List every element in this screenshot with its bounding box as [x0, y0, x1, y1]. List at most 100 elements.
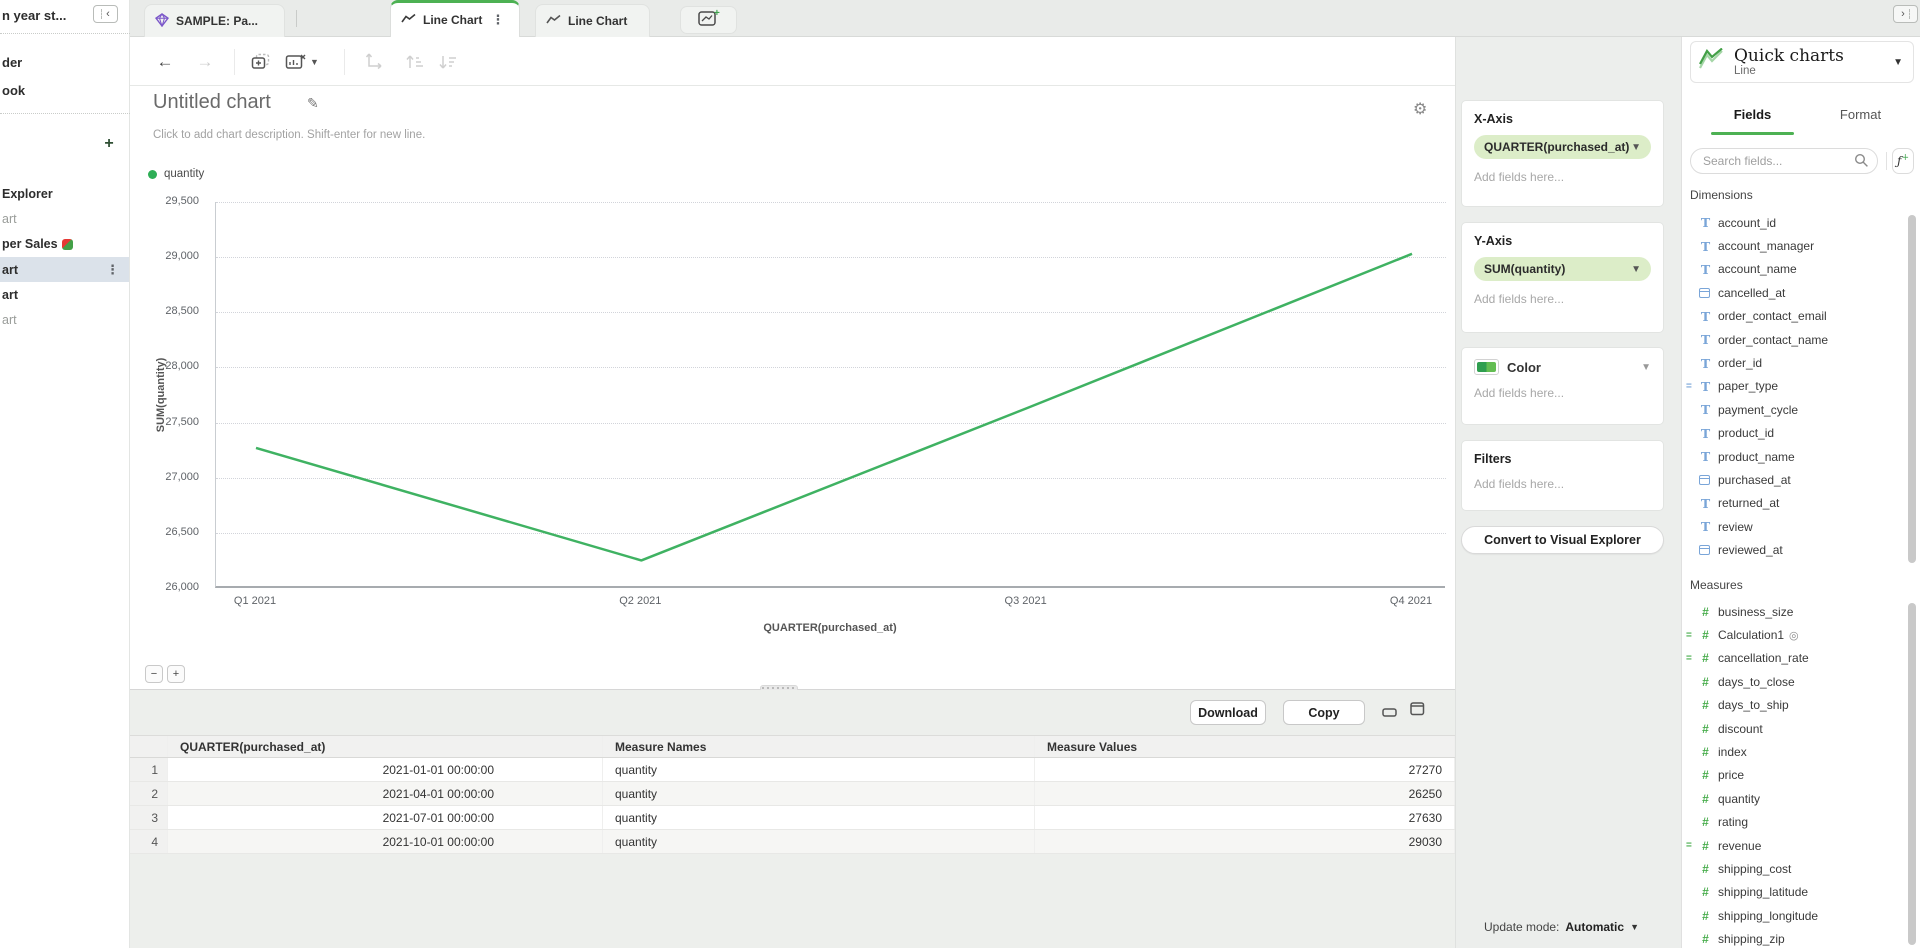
number-field-icon: #: [1698, 862, 1713, 876]
caret-down-icon[interactable]: ▼: [1631, 142, 1641, 153]
dimension-item[interactable]: Torder_id: [1682, 351, 1907, 374]
table-row[interactable]: 22021-04-01 00:00:00quantity26250: [130, 782, 1455, 806]
dimension-item[interactable]: Tproduct_id: [1682, 422, 1907, 445]
measure-item[interactable]: #shipping_zip: [1682, 927, 1907, 950]
convert-to-visual-explorer-button[interactable]: Convert to Visual Explorer: [1461, 526, 1664, 554]
table-row[interactable]: 32021-07-01 00:00:00quantity27630: [130, 806, 1455, 830]
forward-button[interactable]: →: [192, 49, 218, 75]
tab-format[interactable]: Format: [1819, 107, 1902, 122]
color-swatch[interactable]: [1474, 359, 1499, 375]
caret-down-icon[interactable]: ▼: [1631, 264, 1641, 275]
minimize-results-icon[interactable]: [1382, 705, 1398, 723]
copy-button[interactable]: Copy: [1283, 700, 1365, 725]
panel-expand-button[interactable]: ›: [1893, 5, 1918, 23]
dimension-item[interactable]: Taccount_name: [1682, 258, 1907, 281]
line-chart-icon: [546, 14, 561, 28]
dimension-item[interactable]: Torder_contact_name: [1682, 328, 1907, 351]
measure-item[interactable]: #shipping_latitude: [1682, 881, 1907, 904]
y-axis-field-pill[interactable]: SUM(quantity) ▼: [1474, 257, 1651, 281]
maximize-results-icon[interactable]: [1410, 702, 1425, 721]
edit-pencil-icon[interactable]: ✎: [307, 95, 319, 112]
dimension-item[interactable]: =Tpaper_type: [1682, 375, 1907, 398]
scrollbar-thumb[interactable]: [1908, 215, 1916, 563]
tab-fields[interactable]: Fields: [1711, 107, 1794, 122]
table-row[interactable]: 12021-01-01 00:00:00quantity27270: [130, 758, 1455, 782]
dimension-item[interactable]: Treturned_at: [1682, 492, 1907, 515]
quick-charts-line-icon: [1697, 48, 1725, 77]
sort-ascending-icon: [405, 53, 425, 71]
field-name: shipping_latitude: [1718, 885, 1808, 899]
tab-line-chart-active[interactable]: Line Chart ⋮: [390, 0, 520, 37]
kebab-menu-icon[interactable]: ⋮: [106, 262, 119, 278]
chart-settings-gear-icon[interactable]: ⚙: [1413, 99, 1427, 119]
back-button[interactable]: ←: [152, 49, 178, 75]
duplicate-chart-button[interactable]: [248, 49, 274, 75]
add-fields-dropzone[interactable]: Add fields here...: [1474, 292, 1651, 306]
sidebar-item-builder[interactable]: der: [2, 55, 22, 70]
column-header[interactable]: Measure Names: [603, 736, 1035, 757]
measure-item[interactable]: #rating: [1682, 811, 1907, 834]
chart-description-placeholder[interactable]: Click to add chart description. Shift-en…: [153, 129, 425, 141]
tab-dataset[interactable]: SAMPLE: Pa...: [144, 4, 285, 37]
measure-item[interactable]: #price: [1682, 764, 1907, 787]
add-button[interactable]: +: [99, 134, 119, 154]
add-fields-dropzone[interactable]: Add fields here...: [1474, 170, 1651, 184]
table-row[interactable]: 42021-10-01 00:00:00quantity29030: [130, 830, 1455, 854]
measure-item[interactable]: =#cancellation_rate: [1682, 647, 1907, 670]
zoom-in-button[interactable]: +: [167, 665, 185, 683]
update-mode-value[interactable]: Automatic: [1565, 920, 1624, 934]
caret-down-icon[interactable]: ▼: [1893, 57, 1903, 68]
measure-item[interactable]: #quantity: [1682, 787, 1907, 810]
chart-title[interactable]: Untitled chart: [153, 91, 271, 114]
new-chart-tab-button[interactable]: +: [680, 6, 737, 34]
search-fields-input[interactable]: [1690, 148, 1878, 174]
measure-item[interactable]: =#Calculation1◎: [1682, 623, 1907, 646]
dimension-item[interactable]: cancelled_at: [1682, 281, 1907, 304]
tab-menu-icon[interactable]: ⋮: [491, 12, 504, 28]
collapse-caret-icon[interactable]: ▼: [1641, 362, 1651, 373]
delete-chart-button[interactable]: ▼: [282, 49, 322, 75]
dimension-item[interactable]: purchased_at: [1682, 468, 1907, 491]
sidebar-item[interactable]: Explorer: [0, 181, 129, 206]
add-fields-dropzone[interactable]: Add fields here...: [1474, 386, 1651, 400]
sidebar-item-notebook[interactable]: ook: [2, 83, 25, 98]
x-tick-label: Q1 2021: [215, 595, 295, 607]
column-header[interactable]: Measure Values: [1035, 736, 1455, 757]
dimension-item[interactable]: Taccount_manager: [1682, 234, 1907, 257]
column-header[interactable]: QUARTER(purchased_at): [168, 736, 603, 757]
scrollbar-thumb[interactable]: [1908, 603, 1916, 945]
zoom-out-button[interactable]: −: [145, 665, 163, 683]
download-button[interactable]: Download: [1190, 700, 1266, 725]
measure-item[interactable]: #discount: [1682, 717, 1907, 740]
sidebar-item[interactable]: art: [0, 282, 129, 307]
measure-item[interactable]: #shipping_longitude: [1682, 904, 1907, 927]
x-axis-field-pill[interactable]: QUARTER(purchased_at) ▼: [1474, 135, 1651, 159]
measure-item[interactable]: #shipping_cost: [1682, 857, 1907, 880]
measure-item[interactable]: #days_to_ship: [1682, 694, 1907, 717]
dimension-item[interactable]: Taccount_id: [1682, 211, 1907, 234]
sidebar-item[interactable]: per Sales: [0, 232, 129, 257]
dimension-item[interactable]: Torder_contact_email: [1682, 305, 1907, 328]
dimension-item[interactable]: Treview: [1682, 515, 1907, 538]
sort-descending-button[interactable]: [435, 49, 461, 75]
table-header-row: QUARTER(purchased_at) Measure Names Meas…: [130, 735, 1455, 758]
tab-line-chart-2[interactable]: Line Chart: [535, 4, 650, 37]
dimension-item[interactable]: reviewed_at: [1682, 538, 1907, 561]
measure-item[interactable]: =#revenue: [1682, 834, 1907, 857]
sidebar-item[interactable]: art: [0, 206, 129, 231]
swap-axes-button[interactable]: [362, 49, 388, 75]
legend-label[interactable]: quantity: [164, 168, 204, 180]
dimension-item[interactable]: Tpayment_cycle: [1682, 398, 1907, 421]
quick-charts-selector[interactable]: Quick charts Line ▼: [1690, 41, 1914, 83]
add-calculated-field-button[interactable]: ƒ+: [1892, 148, 1914, 174]
dimension-item[interactable]: Tproduct_name: [1682, 445, 1907, 468]
caret-down-icon[interactable]: ▼: [1630, 922, 1639, 932]
sidebar-item[interactable]: art⋮: [0, 257, 129, 282]
measure-item[interactable]: #days_to_close: [1682, 670, 1907, 693]
measure-item[interactable]: #index: [1682, 740, 1907, 763]
sidebar-item[interactable]: art: [0, 307, 129, 332]
add-fields-dropzone[interactable]: Add fields here...: [1474, 477, 1651, 491]
sidebar-collapse-button[interactable]: ‹: [93, 5, 118, 23]
sort-ascending-button[interactable]: [402, 49, 428, 75]
measure-item[interactable]: #business_size: [1682, 600, 1907, 623]
